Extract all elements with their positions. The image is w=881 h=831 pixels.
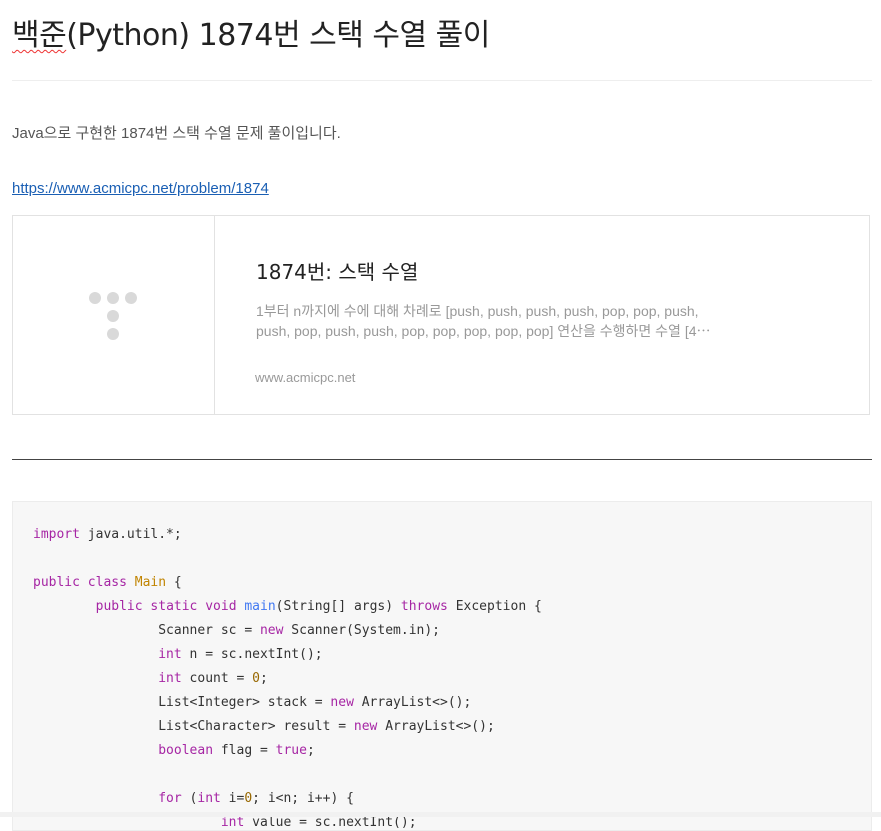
code-line: boolean flag = true; [33,739,851,763]
code-line: int count = 0; [33,667,851,691]
code-token: n = sc.nextInt(); [181,647,323,662]
post-title-rest: (Python) 1874번 스택 수열 풀이 [66,18,490,53]
code-line: public static void main(String[] args) t… [33,595,851,619]
code-token: ArrayList<>(); [377,719,495,734]
code-token: int [158,671,182,686]
code-line: List<Character> result = new ArrayList<>… [33,715,851,739]
section-divider [12,459,872,460]
code-line: import java.util.*; [33,523,851,547]
code-token: main [244,599,276,614]
logo-dot [107,292,119,304]
link-preview-host: www.acmicpc.net [255,370,356,385]
code-line: int n = sc.nextInt(); [33,643,851,667]
code-token: List<Character> result = [33,719,354,734]
code-token: ArrayList<>(); [353,695,472,710]
logo-dot [89,292,101,304]
link-preview-title: 1874번: 스택 수열 [256,260,419,284]
code-token: throws [400,599,448,614]
code-token: Scanner(System.in); [283,623,441,638]
code-token: count = [181,671,253,686]
code-token: java.util.*; [79,527,182,542]
code-token: flag = [213,743,276,758]
code-token: class [87,575,127,590]
code-token: boolean [158,743,214,758]
code-token: static [150,599,198,614]
code-token: true [275,743,307,758]
code-token: value = sc.nextInt(); [244,815,417,830]
code-line: List<Integer> stack = new ArrayList<>(); [33,691,851,715]
code-line: for (int i=0; i<n; i++) { [33,787,851,811]
link-preview-thumbnail [13,216,215,414]
link-preview-card[interactable]: 1874번: 스택 수열 1부터 n까지에 수에 대해 차례로 [push, p… [12,215,870,415]
code-token: new [259,623,284,638]
code-token: public [95,599,143,614]
code-token: 0 [244,791,253,806]
code-token: ( [181,791,198,806]
code-token: import [33,527,80,542]
code-token: ; [306,743,315,758]
code-token: void [205,599,237,614]
code-token: List<Integer> stack = [33,695,331,710]
code-token: ; [260,671,268,686]
code-token: int [158,647,182,662]
code-token: { [166,575,182,590]
code-line: public class Main { [33,571,851,595]
code-token: new [330,695,354,710]
code-token: ; i<n; i++) { [252,791,354,806]
link-preview-description: 1부터 n까지에 수에 대해 차례로 [push, push, push, pu… [256,303,711,339]
code-token: Scanner sc = [33,623,260,638]
code-token: i= [220,791,245,806]
post-title-spellcheck-word: 백준 [12,18,67,53]
post-title: 백준(Python) 1874번 스택 수열 풀이 [12,10,490,54]
logo-dot [125,292,137,304]
code-token: 0 [252,671,260,686]
horizontal-scrollbar[interactable] [0,812,881,817]
code-token: (String[] args) [275,599,401,614]
code-token: Exception { [447,599,542,614]
problem-link[interactable]: https://www.acmicpc.net/problem/1874 [12,180,269,197]
code-token: public [33,575,80,590]
code-line: Scanner sc = new Scanner(System.in); [33,619,851,643]
title-divider [12,80,872,81]
code-token: Main [134,575,167,590]
intro-text: Java으로 구현한 1874번 스택 수열 문제 풀이입니다. [12,125,341,142]
code-token: for [158,791,182,806]
code-token: int [220,815,245,830]
logo-dot [107,328,119,340]
code-block: import java.util.*; public class Main { p… [12,501,872,831]
logo-dot [107,310,119,322]
code-token: int [197,791,221,806]
code-token: new [353,719,378,734]
